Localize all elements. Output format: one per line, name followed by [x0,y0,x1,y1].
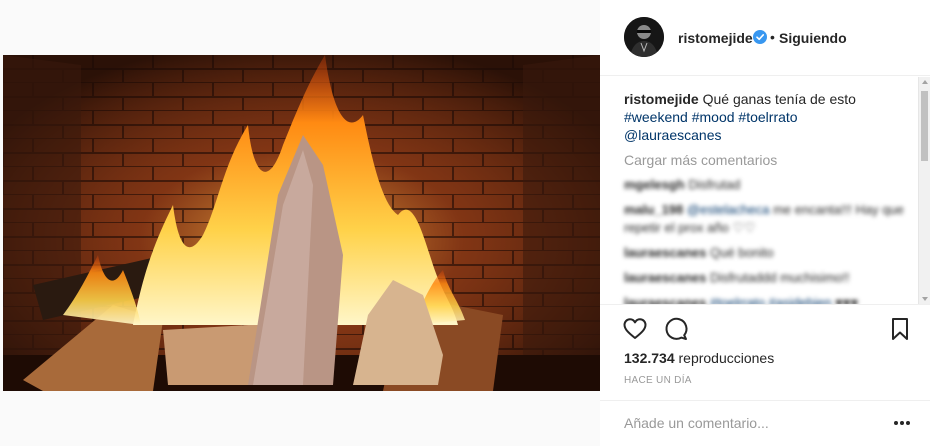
comment-item: malu_198 @estelacheca me encanta!!! Hay … [624,201,909,237]
comment-item: mgelesgh Disfrutad [624,176,909,194]
view-count[interactable]: 132.734 reproducciones [624,350,774,366]
scroll-up-arrow-icon[interactable] [922,80,928,84]
media-area [0,0,600,446]
following-button[interactable]: Siguiendo [779,30,847,46]
heart-icon[interactable] [622,316,648,342]
hashtag-link[interactable]: #toelrrato [738,109,797,125]
comment-text: Disfrutad [688,177,741,192]
comment-item: lauraescanes #toelrrato #asidebien ♥♥♥ [624,294,909,304]
post-actions: 132.734 reproducciones HACE UN DÍA [600,304,930,400]
hashtag-link[interactable]: #mood [692,109,735,125]
scroll-down-arrow-icon[interactable] [922,297,928,301]
comment-input[interactable] [624,413,874,433]
view-count-number: 132.734 [624,350,675,366]
comment-text: Qué bonito [710,245,774,260]
add-comment-bar [600,400,930,446]
post-caption: ristomejide Qué ganas tenía de esto #wee… [624,90,909,144]
comment-mention[interactable]: @estelacheca [687,202,770,217]
bookmark-icon[interactable] [887,316,913,342]
comments-section: ristomejide Qué ganas tenía de esto #wee… [600,77,930,304]
comment-item: lauraescanes Qué bonito [624,244,909,262]
comment-username[interactable]: lauraescanes [624,245,706,260]
post-header: ristomejide • Siguiendo [600,0,930,76]
header-separator: • [770,29,775,45]
comment-bubble-icon[interactable] [663,316,689,342]
scrollbar-thumb[interactable] [921,91,928,161]
avatar[interactable] [624,17,664,57]
mention-link[interactable]: @lauraescanes [624,127,722,143]
avatar-image [624,17,664,57]
fireplace-video-frame [3,55,600,391]
view-count-label: reproducciones [674,350,775,366]
comment-list: mgelesgh Disfrutad malu_198 @estelacheca… [624,176,909,304]
comment-text: ♥♥♥ [831,295,859,304]
comment-username[interactable]: malu_198 [624,202,683,217]
comments-scrollbar[interactable] [918,77,930,304]
more-options-icon[interactable] [894,421,910,427]
caption-text: Qué ganas tenía de esto [698,91,856,107]
post-author-username[interactable]: ristomejide [678,30,753,46]
comment-mention[interactable]: #toelrrato #asidebien [710,295,831,304]
comment-username[interactable]: lauraescanes [624,295,706,304]
comment-item: lauraescanes Disfrutaddd muchisimo!! [624,269,909,287]
post-timestamp[interactable]: HACE UN DÍA [624,375,692,386]
video-player[interactable] [3,55,600,391]
caption-username[interactable]: ristomejide [624,91,699,107]
comment-text: Disfrutaddd muchisimo!! [710,270,850,285]
hashtag-link[interactable]: #weekend [624,109,688,125]
load-more-comments-button[interactable]: Cargar más comentarios [624,152,777,168]
comment-username[interactable]: lauraescanes [624,270,706,285]
comment-username[interactable]: mgelesgh [624,177,685,192]
post-panel: ristomejide • Siguiendo ristomejide Qué … [600,0,930,446]
verified-badge-icon [753,30,767,44]
